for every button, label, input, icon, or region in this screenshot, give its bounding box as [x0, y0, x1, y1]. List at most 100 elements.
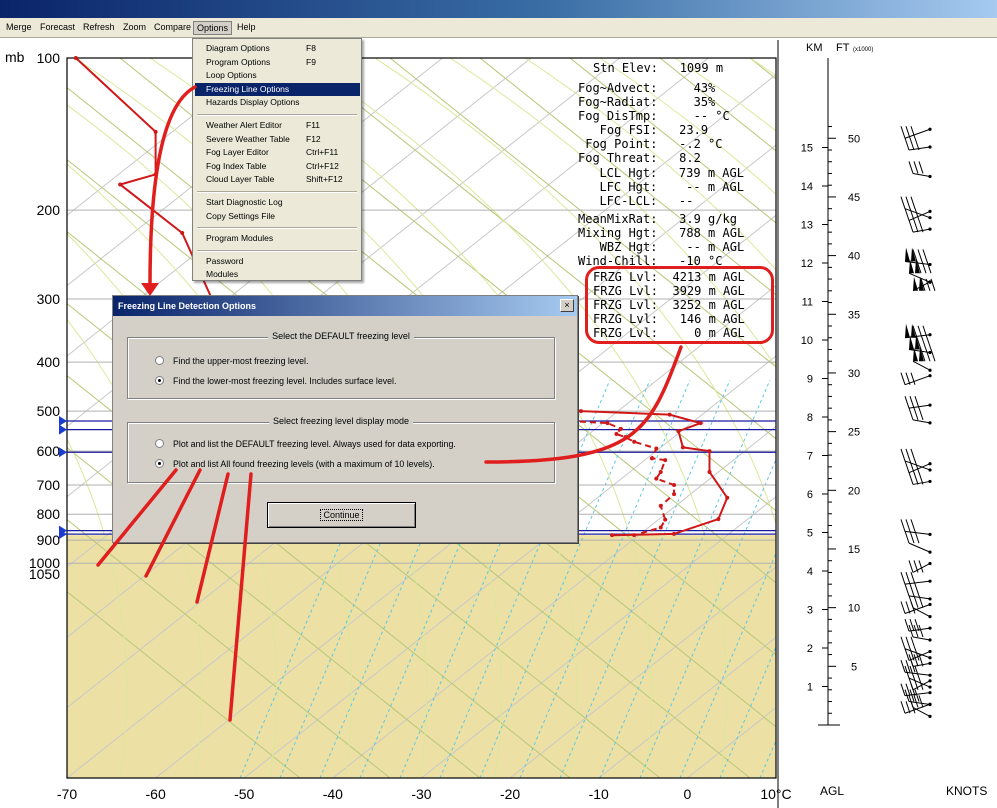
- profile-point: [658, 503, 663, 508]
- ft-tick-label: 20: [848, 485, 860, 497]
- menu-item-weather-alert-editor[interactable]: Weather Alert Editor F11: [195, 119, 360, 132]
- ft-axis-unit: (x1000): [853, 47, 873, 53]
- profile-point: [707, 470, 712, 475]
- wind-barb: [900, 448, 932, 472]
- wind-barb-station: [928, 649, 932, 654]
- menu-item-shortcut: Shift+F12: [306, 174, 343, 185]
- menu-item-label: Fog Layer Editor: [206, 147, 269, 158]
- menu-item-label: Password: [206, 255, 244, 266]
- freezing-line-dialog: Freezing Line Detection Options × Select…: [112, 295, 578, 543]
- menu-item-start-diagnostic-log[interactable]: Start Diagnostic Log: [195, 196, 360, 209]
- menu-item-fog-layer-editor[interactable]: Fog Layer Editor Ctrl+F11: [195, 146, 360, 159]
- menu-item-loop-options[interactable]: Loop Options: [195, 69, 360, 82]
- fog-readout: Fog~Advect: 43% Fog~Radiat: 35% Fog DisT…: [578, 81, 730, 165]
- wind-barb: [900, 572, 932, 585]
- profile-point: [672, 482, 677, 487]
- wind-barb-station: [928, 579, 932, 583]
- menu-item-shortcut: F11: [306, 120, 321, 130]
- menu-item-program-options[interactable]: Program Options F9: [195, 56, 360, 69]
- menu-item-program-modules[interactable]: Program Modules: [195, 232, 360, 245]
- wind-barb-feather: [900, 372, 906, 385]
- wind-barb-feather: [930, 278, 936, 291]
- menu-zoom[interactable]: Zoom: [120, 21, 149, 35]
- wind-barb-feather: [905, 196, 911, 209]
- wind-barb-feather: [926, 337, 932, 350]
- menu-options[interactable]: Options: [193, 21, 233, 35]
- wind-barb-pennant: [905, 323, 910, 338]
- wind-barb-feather: [918, 624, 924, 638]
- pressure-tick-label: 200: [37, 202, 61, 218]
- menu-item-fog-index-table[interactable]: Fog Index Table Ctrl+F12: [195, 160, 360, 173]
- station-elevation: Stn Elev: 1099 m: [593, 61, 724, 75]
- ft-axis-label: FT: [836, 42, 850, 54]
- menu-item-hazards-display-options[interactable]: Hazards Display Options: [195, 96, 360, 109]
- menu-item-copy-settings-file[interactable]: Copy Settings File: [195, 210, 360, 223]
- dialog-close-button[interactable]: ×: [560, 299, 574, 312]
- menu-item-cloud-layer-table[interactable]: Cloud Layer Table Shift+F12: [195, 173, 360, 186]
- profile-point: [605, 421, 610, 426]
- freezing-level-marker: [59, 424, 67, 435]
- profile-point: [725, 495, 730, 500]
- wind-barb-feather: [908, 560, 914, 573]
- wind-barb: [904, 137, 932, 151]
- wind-barb-feather: [914, 665, 920, 679]
- wind-barb-station: [928, 661, 932, 665]
- menu-help[interactable]: Help: [234, 21, 259, 35]
- ft-tick-label: 5: [851, 661, 857, 673]
- wind-barb-feather: [910, 448, 916, 462]
- wind-barb-staff: [912, 636, 931, 641]
- menu-item-shortcut: F8: [306, 43, 316, 53]
- freezing-level-highlight: [585, 266, 774, 344]
- menu-item-diagram-options[interactable]: Diagram Options F8: [195, 42, 360, 55]
- wind-barb-staff: [912, 228, 931, 233]
- radio-upper-most-label: Find the upper-most freezing level.: [173, 356, 309, 366]
- wind-barb-station: [928, 532, 932, 536]
- menu-item-label: Start Diagnostic Log: [206, 197, 283, 207]
- profile-point: [707, 449, 712, 454]
- freezing-level-marker: [59, 415, 67, 426]
- pressure-tick-label: 600: [37, 443, 61, 459]
- menu-item-freezing-line-options[interactable]: Freezing Line Options: [195, 82, 360, 96]
- radio-plot-all-button[interactable]: [155, 459, 164, 468]
- wind-barb-station: [928, 227, 932, 231]
- km-tick-label: 6: [807, 489, 813, 501]
- radio-lower-most-button[interactable]: [155, 376, 164, 385]
- ft-tick-label: 30: [848, 368, 860, 380]
- knots-label: KNOTS: [946, 784, 987, 798]
- wind-barb-feather: [905, 636, 911, 649]
- wind-barb-feather: [914, 460, 920, 473]
- menu-compare[interactable]: Compare: [151, 21, 194, 35]
- km-tick-label: 15: [801, 143, 813, 155]
- menu-forecast[interactable]: Forecast: [37, 21, 78, 35]
- menu-item-label: Freezing Line Options: [206, 83, 290, 94]
- menu-item-label: Fog Index Table: [206, 160, 267, 171]
- radio-plot-all-label: Plot and list All found freezing levels …: [173, 459, 435, 469]
- km-tick-label: 8: [807, 412, 813, 424]
- wind-barb-feather: [904, 618, 910, 632]
- wind-barb-station: [928, 374, 932, 378]
- continue-button[interactable]: Continue: [267, 502, 416, 528]
- menu-item-modules[interactable]: Modules: [195, 268, 360, 281]
- wind-barb-feather: [917, 249, 923, 262]
- ft-tick-label: 10: [848, 603, 860, 615]
- radio-upper-most-button[interactable]: [155, 356, 164, 365]
- radio-plot-default-button[interactable]: [155, 439, 164, 448]
- wind-barb-feather: [910, 126, 916, 139]
- dry-adiabat-line: [749, 58, 776, 80]
- wind-barb-feather: [910, 636, 916, 649]
- profile-point: [153, 129, 158, 134]
- menu-refresh[interactable]: Refresh: [80, 21, 118, 35]
- menu-item-severe-weather-table[interactable]: Severe Weather Table F12: [195, 133, 360, 146]
- wind-barb: [900, 126, 932, 139]
- wind-barb-station: [928, 216, 932, 220]
- isotherm-line: [865, 58, 997, 778]
- wind-barb-station: [928, 561, 932, 566]
- pressure-tick-label: 100: [37, 50, 61, 66]
- km-tick-label: 9: [807, 374, 813, 386]
- km-tick-label: 3: [807, 605, 813, 617]
- menu-merge[interactable]: Merge: [3, 21, 35, 35]
- menu-item-password[interactable]: Password: [195, 255, 360, 268]
- menu-item-label: Program Options: [206, 56, 271, 67]
- wind-barb-staff: [912, 706, 931, 717]
- wind-barb-feather: [913, 472, 919, 485]
